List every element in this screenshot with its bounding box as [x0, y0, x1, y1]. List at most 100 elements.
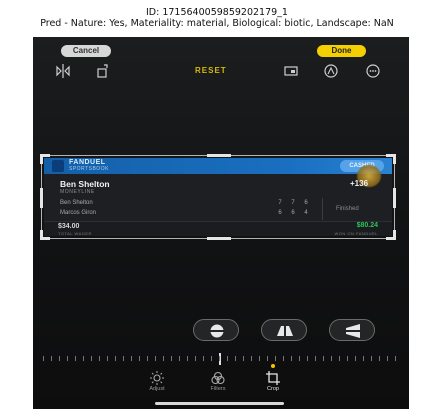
set-score: 7 — [291, 200, 295, 206]
slider-tick — [259, 356, 260, 361]
slider-tick — [51, 356, 52, 361]
straighten-icon — [210, 324, 224, 338]
slider-tick — [243, 356, 244, 361]
slider-tick — [99, 356, 100, 361]
slider-tick — [91, 356, 92, 361]
slider-tick — [211, 356, 212, 361]
slider-tick — [59, 356, 60, 361]
player-name: Marcos Giron — [60, 210, 97, 216]
slider-tick — [267, 356, 268, 361]
adjust-icon — [150, 371, 164, 385]
crop-icon — [266, 371, 280, 385]
won-amount: $80.24 — [356, 222, 378, 229]
bet-odds: +136 — [350, 179, 369, 188]
divider — [322, 198, 323, 220]
slider-tick — [227, 356, 228, 361]
active-indicator — [271, 364, 275, 368]
bet-selection: Ben Shelton — [60, 179, 110, 189]
slider-tick — [291, 356, 292, 361]
slider-tick — [387, 356, 388, 361]
auto-icon[interactable] — [323, 63, 339, 79]
brand-subtitle: SPORTSBOOK — [69, 166, 109, 172]
slider-tick — [83, 356, 84, 361]
slider-tick — [251, 356, 252, 361]
crop-edge-handle[interactable] — [393, 188, 396, 208]
brand-name: FANDUEL — [69, 159, 106, 166]
slider-tick — [299, 356, 300, 361]
set-score: 7 — [278, 200, 282, 206]
more-icon[interactable] — [365, 63, 381, 79]
slider-tick — [147, 356, 148, 361]
tab-adjust[interactable]: Adjust — [139, 369, 175, 392]
reset-button[interactable]: RESET — [195, 66, 227, 75]
horizontal-perspective-button[interactable] — [329, 319, 375, 341]
slider-tick — [107, 356, 108, 361]
photo-editor-screen: Cancel Done RESET FANDUEL SPORTSBOOK CAS… — [33, 37, 409, 409]
vertical-perspective-icon — [277, 326, 293, 336]
slider-tick — [187, 356, 188, 361]
crop-corner-handle[interactable] — [386, 230, 396, 240]
slider-tick — [355, 356, 356, 361]
crop-edge-handle[interactable] — [207, 154, 231, 157]
total-wager: $34.00 — [58, 223, 80, 230]
crop-corner-handle[interactable] — [40, 154, 50, 164]
slider-tick — [307, 356, 308, 361]
slider-tick — [363, 356, 364, 361]
set-score: 4 — [304, 210, 308, 216]
won-label: WON ON FANDUEL — [334, 231, 378, 236]
slider-tick — [67, 356, 68, 361]
slider-tick — [347, 356, 348, 361]
crop-corner-handle[interactable] — [386, 154, 396, 164]
set-score: 6 — [304, 200, 308, 206]
player-name: Ben Shelton — [60, 200, 93, 206]
slider-tick — [323, 356, 324, 361]
slider-tick — [123, 356, 124, 361]
slider-tick — [331, 356, 332, 361]
tab-crop[interactable]: Crop — [255, 364, 291, 392]
slider-tick — [203, 356, 204, 361]
slider-tick — [275, 356, 276, 361]
bet-market: MONEYLINE — [60, 189, 95, 195]
slider-tick — [379, 356, 380, 361]
tab-label: Adjust — [149, 386, 165, 392]
slider-tick — [163, 356, 164, 361]
flip-icon[interactable] — [55, 63, 71, 79]
crop-corner-handle[interactable] — [40, 230, 50, 240]
done-button[interactable]: Done — [317, 45, 366, 57]
edit-mode-tabs: Adjust Filters Crop — [33, 364, 409, 397]
horizontal-perspective-icon — [346, 324, 360, 338]
home-indicator — [155, 402, 284, 405]
slider-tick — [115, 356, 116, 361]
slider-tick — [371, 356, 372, 361]
tab-filters[interactable]: Filters — [200, 369, 236, 392]
score-row: Marcos Giron 6 6 4 — [60, 210, 310, 219]
vertical-perspective-button[interactable] — [261, 319, 307, 341]
slider-tick — [171, 356, 172, 361]
slider-tick — [43, 356, 44, 361]
cancel-button[interactable]: Cancel — [61, 45, 111, 57]
crop-edge-handle[interactable] — [207, 237, 231, 240]
crop-toolbar: RESET — [33, 63, 409, 79]
slider-tick — [195, 356, 196, 361]
filters-icon — [211, 371, 225, 385]
total-wager-label: TOTAL WAGER — [58, 231, 92, 236]
tab-label: Crop — [267, 386, 279, 392]
slider-tick — [315, 356, 316, 361]
straighten-slider[interactable] — [43, 353, 399, 365]
slider-tick — [139, 356, 140, 361]
straighten-button[interactable] — [193, 319, 239, 341]
rotate-icon[interactable] — [95, 63, 111, 79]
aspect-ratio-icon[interactable] — [283, 63, 299, 79]
slider-tick — [75, 356, 76, 361]
crop-edge-handle[interactable] — [40, 188, 43, 208]
slider-tick — [339, 356, 340, 361]
slider-tick — [179, 356, 180, 361]
slider-tick — [235, 356, 236, 361]
crop-frame[interactable]: FANDUEL SPORTSBOOK CASHED Ben Shelton MO… — [40, 154, 396, 240]
slider-tick — [131, 356, 132, 361]
image-caption: ID: 1715640059859202179_1 Pred - Nature:… — [0, 7, 434, 29]
set-score: 6 — [291, 210, 295, 216]
fanduel-logo-icon — [52, 160, 64, 172]
score-row: Ben Shelton 7 7 6 — [60, 200, 310, 209]
bet-ticket-image: FANDUEL SPORTSBOOK CASHED Ben Shelton MO… — [44, 158, 392, 236]
